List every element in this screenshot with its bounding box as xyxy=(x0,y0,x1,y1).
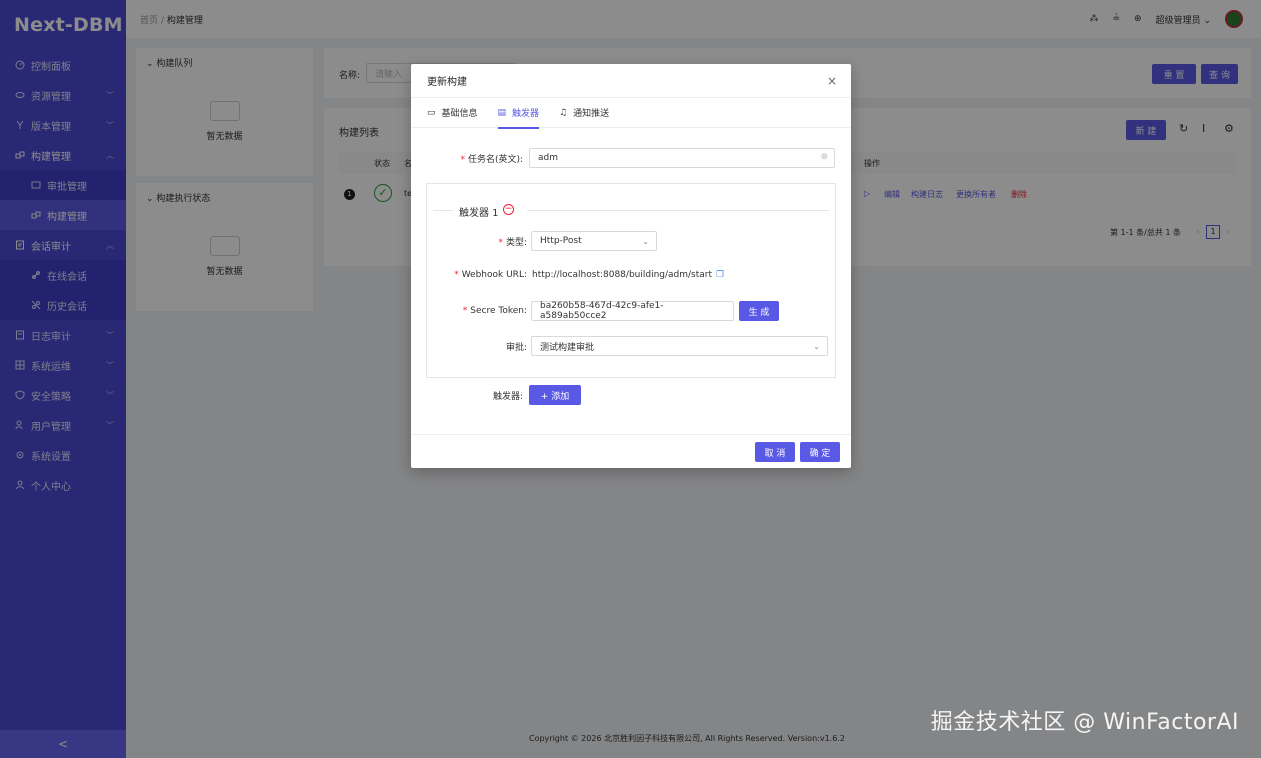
secret-token-label: Secre Token: xyxy=(470,306,527,316)
bell-icon: ♫ xyxy=(559,107,568,118)
cancel-button[interactable]: 取 消 xyxy=(755,442,795,462)
trigger-card: 触发器 1 − * 类型: Http-Post ⌄ * Webhook URL: h… xyxy=(426,183,836,378)
update-build-modal: 更新构建 × ▭ 基础信息 ▤ 触发器 ♫ 通知推送 * 任务名(英文): adm… xyxy=(411,64,851,468)
secret-token-input[interactable]: ba260b58-467d-42c9-afe1-a589ab50cce2 xyxy=(531,301,734,321)
monitor-icon: ▭ xyxy=(427,107,436,118)
task-name-input[interactable]: adm ⊗ xyxy=(529,148,835,168)
modal-tabs: ▭ 基础信息 ▤ 触发器 ♫ 通知推送 xyxy=(411,98,851,129)
webhook-label: Webhook URL: xyxy=(461,270,527,280)
remove-trigger-icon[interactable]: − xyxy=(503,204,514,215)
tab-basic-info[interactable]: ▭ 基础信息 xyxy=(427,98,478,128)
clear-icon[interactable]: ⊗ xyxy=(820,152,828,162)
chevron-down-icon: ⌄ xyxy=(813,342,820,351)
trigger-icon: ▤ xyxy=(497,107,507,118)
approval-select[interactable]: 测试构建审批 ⌄ xyxy=(531,336,828,356)
copy-icon[interactable]: ❐ xyxy=(716,270,724,280)
type-label: 类型: xyxy=(505,237,527,248)
trigger-title: 触发器 1 xyxy=(459,208,499,219)
type-select[interactable]: Http-Post ⌄ xyxy=(531,231,657,251)
modal-footer: 取 消 确 定 xyxy=(411,434,851,468)
modal-title: 更新构建 xyxy=(427,77,467,88)
add-trigger-button[interactable]: + 添加 xyxy=(529,385,581,405)
generate-button[interactable]: 生 成 xyxy=(739,301,779,321)
chevron-down-icon: ⌄ xyxy=(642,237,649,246)
watermark: 掘金技术社区 @ WinFactorAI xyxy=(930,710,1239,735)
ok-button[interactable]: 确 定 xyxy=(800,442,840,462)
tab-trigger[interactable]: ▤ 触发器 xyxy=(497,98,539,129)
tab-notification[interactable]: ♫ 通知推送 xyxy=(559,98,609,128)
webhook-url: http://localhost:8088/building/adm/start xyxy=(532,270,713,280)
close-icon[interactable]: × xyxy=(827,74,837,88)
approval-label: 审批: xyxy=(505,342,527,353)
trigger-label: 触发器: xyxy=(492,391,523,402)
task-name-label: 任务名(英文): xyxy=(467,154,523,165)
